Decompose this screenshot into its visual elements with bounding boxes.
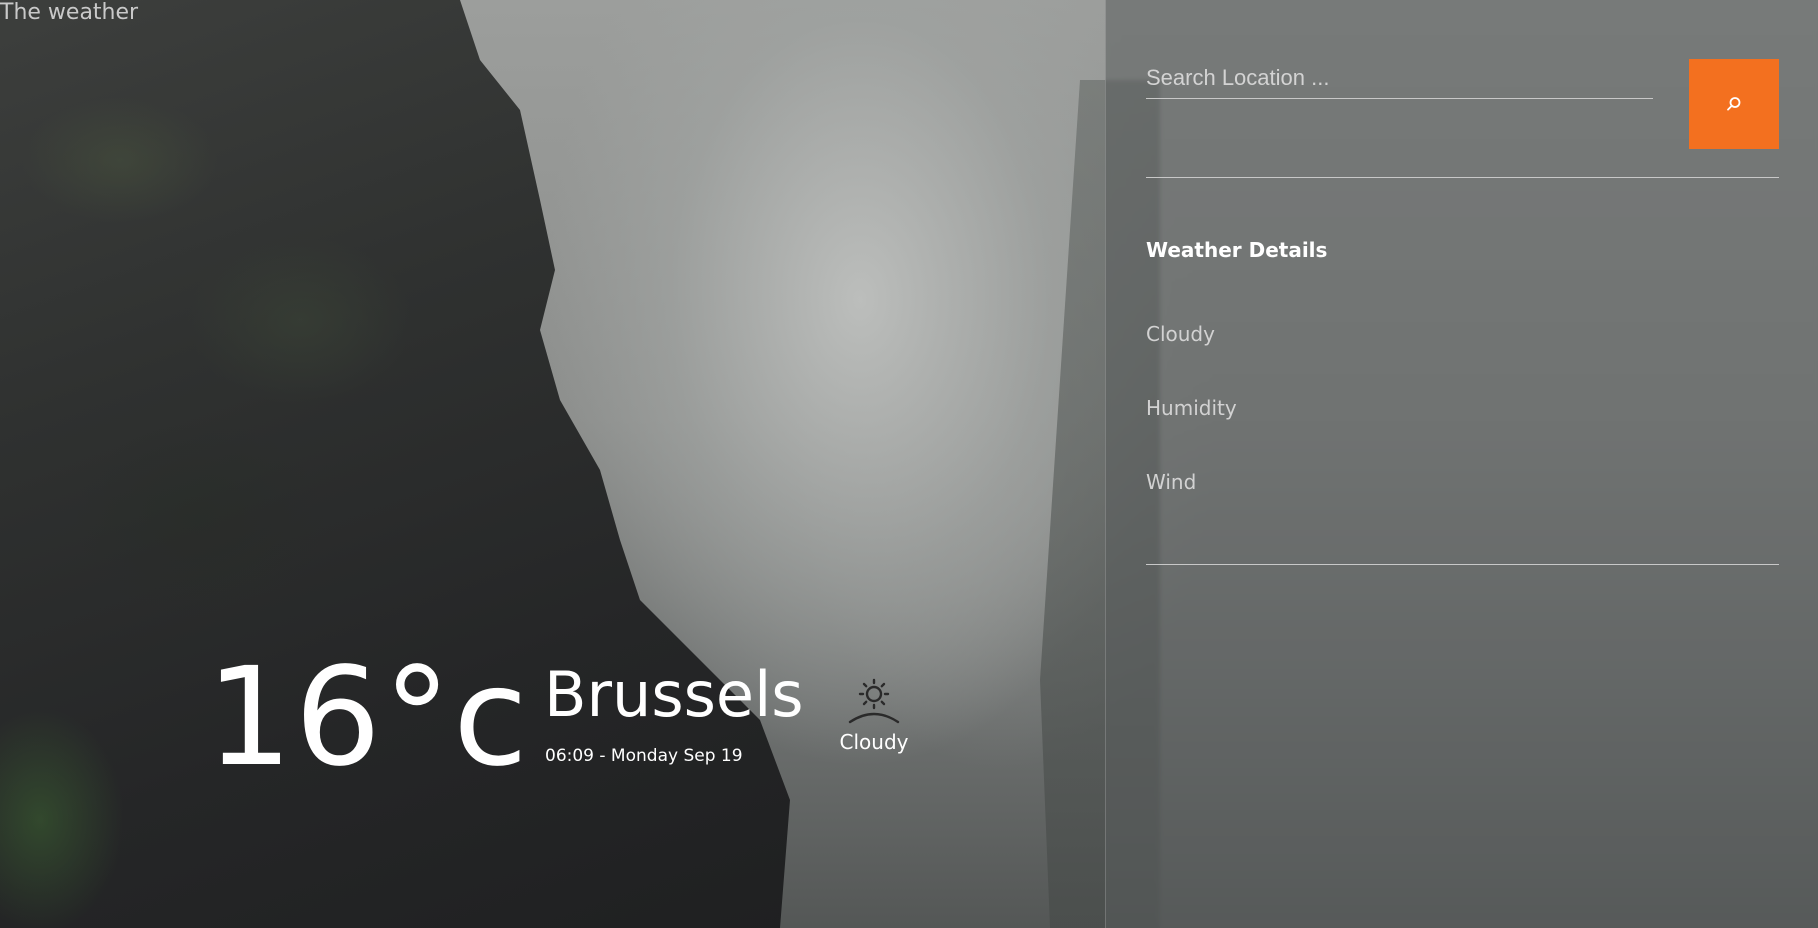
search-icon bbox=[1727, 97, 1741, 111]
divider-top bbox=[1146, 177, 1779, 178]
weather-details-title: Weather Details bbox=[1146, 238, 1328, 262]
date-time: 06:09 - Monday Sep 19 bbox=[545, 746, 743, 766]
temperature-readout: 16°c bbox=[206, 650, 530, 786]
weather-app: The weather 16°c Brussels 06:09 - Monday… bbox=[0, 0, 1818, 928]
detail-item-wind: Wind bbox=[1146, 470, 1197, 494]
condition-label: Cloudy bbox=[839, 730, 909, 754]
temperature-value: 16 bbox=[206, 639, 384, 797]
search-button[interactable] bbox=[1689, 59, 1779, 149]
app-title: The weather bbox=[0, 0, 139, 25]
sunrise-icon bbox=[848, 678, 900, 724]
divider-bottom bbox=[1146, 564, 1779, 565]
city-name: Brussels bbox=[544, 658, 804, 731]
temperature-unit: °c bbox=[383, 639, 530, 797]
side-panel: Weather Details Cloudy Humidity Wind bbox=[1105, 0, 1818, 928]
weather-condition: Cloudy bbox=[834, 672, 914, 754]
search-input[interactable] bbox=[1146, 58, 1653, 99]
search-bar bbox=[1146, 58, 1779, 150]
detail-item-humidity: Humidity bbox=[1146, 396, 1237, 420]
detail-item-cloudy: Cloudy bbox=[1146, 322, 1215, 346]
